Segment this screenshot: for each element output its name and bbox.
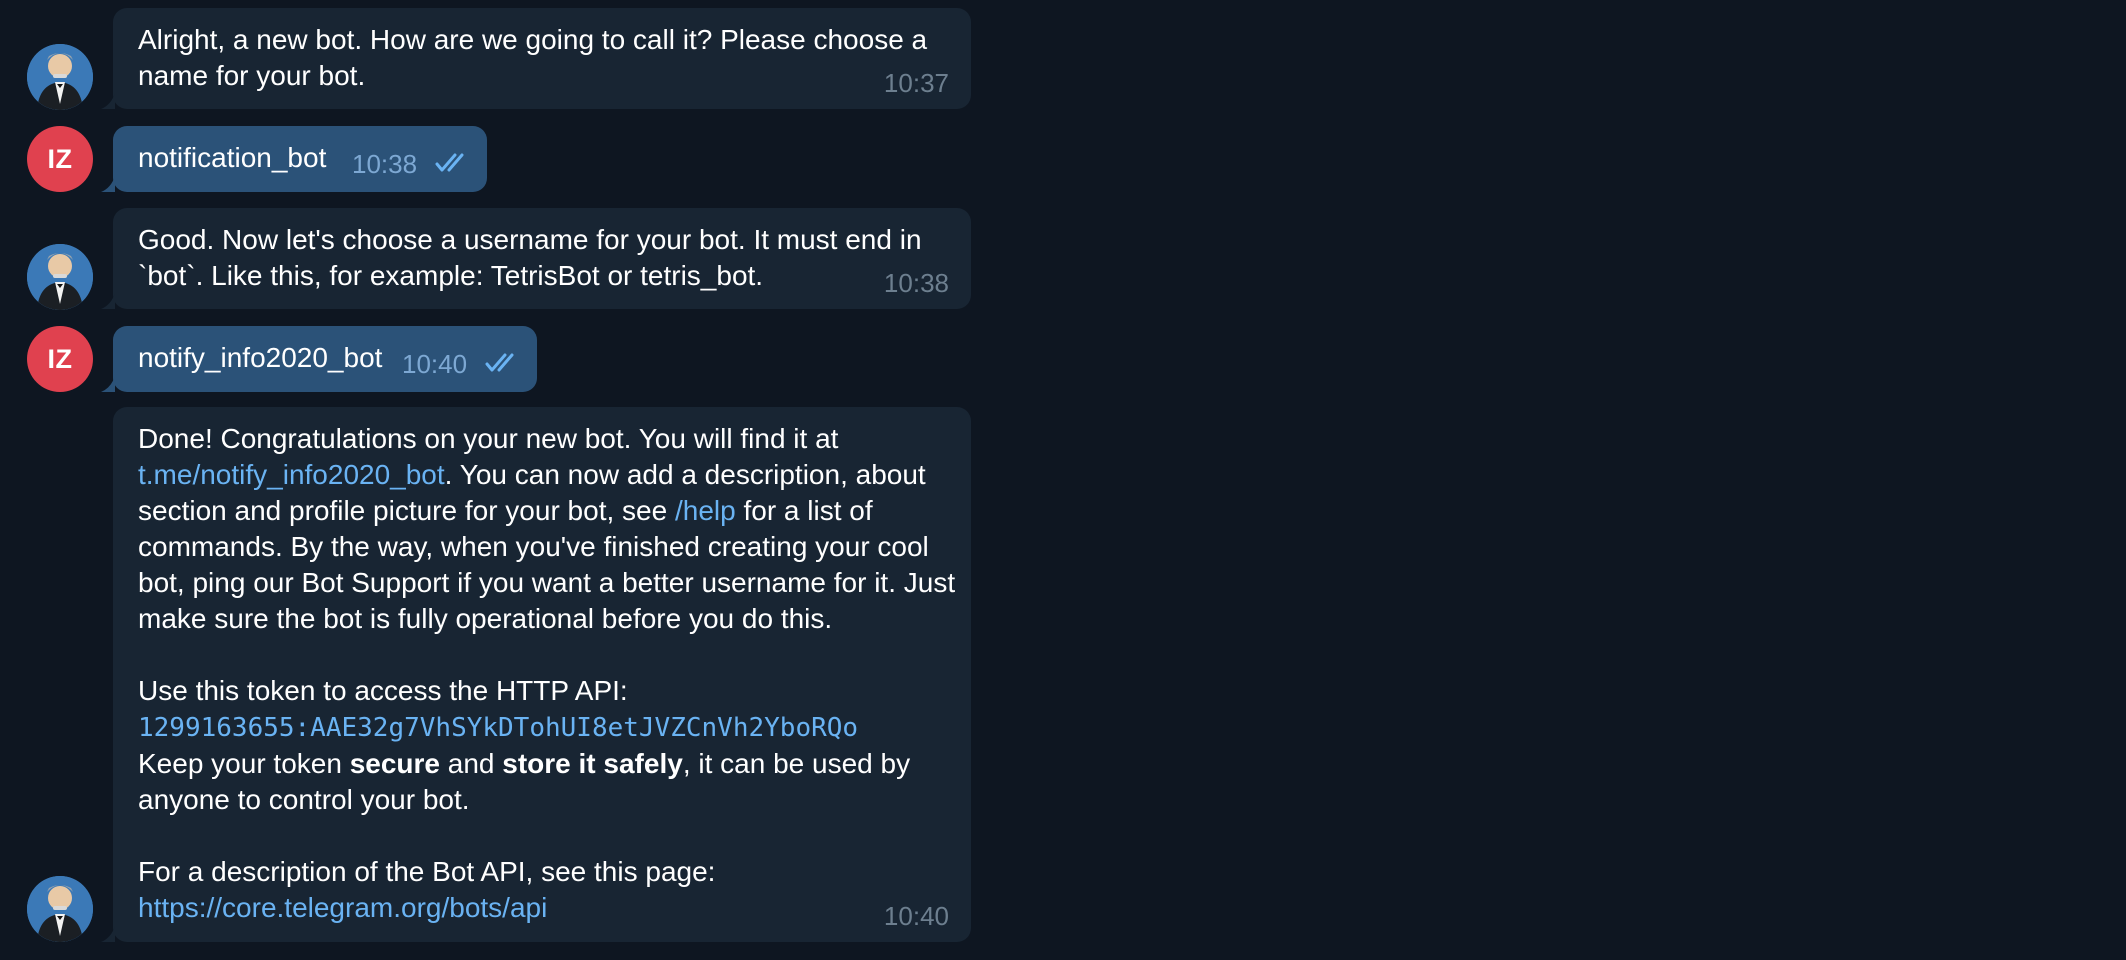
message-bubble-incoming[interactable]: Done! Congratulations on your new bot. Y… — [101, 407, 971, 942]
user-avatar[interactable]: IZ — [27, 326, 93, 392]
bubble-tail-icon — [101, 293, 115, 309]
bubble-tail-icon — [101, 93, 115, 109]
bot-link[interactable]: t.me/notify_info2020_bot — [138, 459, 445, 490]
message-text: notification_bot — [138, 142, 327, 173]
message-text: Done! Congratulations on your new bot. Y… — [138, 423, 956, 923]
bubble-tail-icon — [101, 376, 115, 392]
message-bubble-incoming[interactable]: Good. Now let's choose a username for yo… — [101, 208, 971, 309]
message-time: 10:38 — [883, 268, 949, 298]
user-avatar[interactable]: IZ — [27, 126, 93, 192]
message-text: notify_info2020_bot — [138, 342, 383, 373]
botfather-avatar-icon — [27, 44, 93, 110]
message-text: Good. Now let's choose a username for yo… — [138, 224, 922, 291]
bubble-tail-icon — [101, 176, 115, 192]
message-time: 10:40 — [883, 901, 949, 931]
message-time: 10:40 — [402, 349, 468, 379]
message-time: 10:38 — [352, 149, 418, 179]
message-bubble-incoming[interactable]: Alright, a new bot. How are we going to … — [101, 8, 971, 109]
botfather-avatar[interactable] — [27, 44, 93, 110]
bubble-tail-icon — [101, 926, 115, 942]
bot-api-link[interactable]: https://core.telegram.org/bots/api — [138, 892, 547, 923]
double-check-icon — [485, 353, 514, 372]
message-bubble-outgoing[interactable]: notify_info2020_bot 10:40 — [101, 326, 537, 392]
botfather-avatar-icon — [27, 876, 93, 942]
double-check-icon — [435, 153, 464, 172]
help-command-link[interactable]: /help — [675, 495, 736, 526]
api-token[interactable]: 1299163655:AAE32g7VhSYkDTohUI8etJVZCnVh2… — [138, 713, 858, 743]
message-time: 10:37 — [883, 68, 949, 98]
message-text: Alright, a new bot. How are we going to … — [138, 24, 928, 91]
botfather-avatar[interactable] — [27, 244, 93, 310]
message-bubble-outgoing[interactable]: notification_bot 10:38 — [101, 126, 487, 192]
botfather-avatar[interactable] — [27, 876, 93, 942]
botfather-avatar-icon — [27, 244, 93, 310]
